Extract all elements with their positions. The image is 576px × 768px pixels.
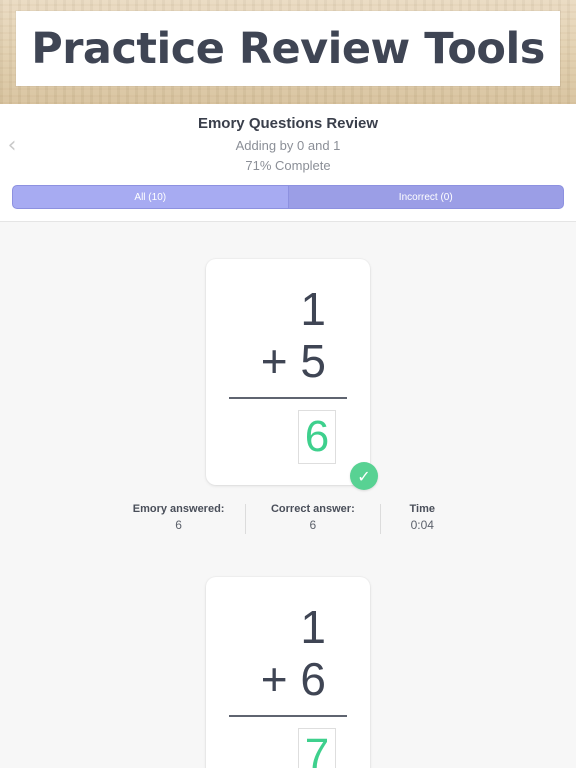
problem-card: 1 + 6 7 [206,577,370,768]
tab-all[interactable]: All (10) [13,186,289,208]
progress-text: 71% Complete [245,158,331,173]
answer-box: 7 [298,728,336,768]
stat-label: Correct answer: [270,503,355,515]
check-icon: ✓ [350,462,378,490]
equals-line [229,715,347,717]
stat-time: Time 0:04 [381,503,465,537]
promo-banner: Practice Review Tools [0,0,576,104]
problem-operand-line: + 6 [260,653,326,705]
equals-line [229,397,347,399]
problem-top-number: 1 [300,601,326,653]
stat-value: 0:04 [410,518,434,532]
stat-label: Emory answered: [132,503,225,515]
problem-operand-line: + 5 [260,335,326,387]
page-title: Emory Questions Review [197,115,379,132]
stat-value: 6 [175,518,182,532]
problem-card: 1 + 5 6 [206,259,370,485]
tab-incorrect[interactable]: Incorrect (0) [289,186,564,208]
stat-correct: Correct answer: 6 [246,503,379,537]
review-header: ‹ Emory Questions Review Adding by 0 and… [0,104,576,222]
answer-box: 6 [298,410,336,464]
answer-stats: Emory answered: 6 Correct answer: 6 Time… [112,503,464,537]
filter-segmented-control: All (10) Incorrect (0) [12,185,564,209]
stat-label: Time [409,503,435,515]
stat-value: 6 [309,518,317,532]
banner-card: Practice Review Tools [16,11,560,86]
banner-title: Practice Review Tools [31,23,545,74]
stat-answered: Emory answered: 6 [112,503,245,537]
page-subtitle: Adding by 0 and 1 [235,138,341,153]
problem-top-number: 1 [300,283,326,335]
